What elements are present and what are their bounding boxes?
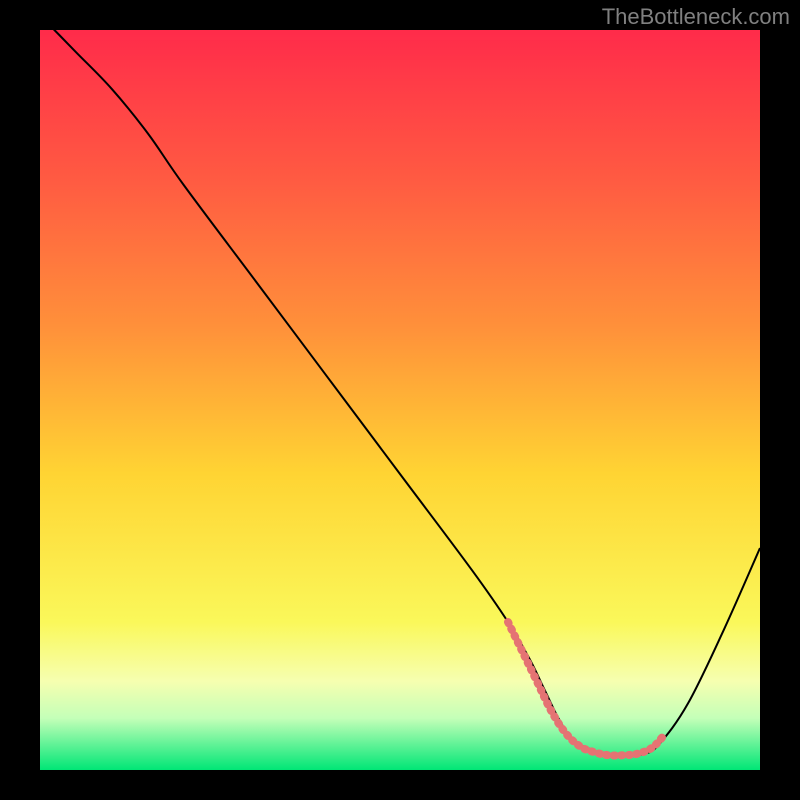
plot-area [40,30,760,770]
chart-container: TheBottleneck.com [0,0,800,800]
gradient-background [40,30,760,770]
watermark-text: TheBottleneck.com [602,4,790,30]
chart-svg [40,30,760,770]
